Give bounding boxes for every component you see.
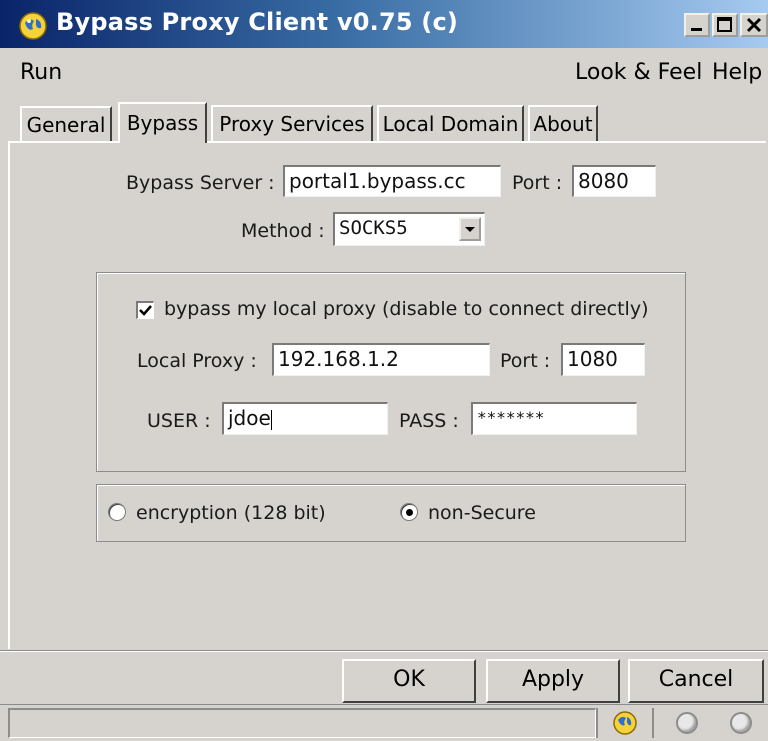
encryption-radio[interactable] (108, 503, 126, 521)
title-bar[interactable]: Bypass Proxy Client v0.75 (c) (0, 0, 768, 48)
bypass-server-label: Bypass Server : (126, 172, 275, 194)
chevron-down-icon (465, 227, 475, 232)
bypass-port-input[interactable]: 8080 (572, 165, 656, 197)
status-text-field (8, 708, 596, 738)
local-proxy-label: Local Proxy : (137, 350, 257, 372)
maximize-button[interactable] (712, 13, 738, 37)
local-proxy-input[interactable]: 192.168.1.2 (272, 343, 490, 376)
app-globe-icon[interactable] (18, 11, 48, 41)
menu-help[interactable]: Help (712, 60, 762, 85)
local-port-input[interactable]: 1080 (561, 343, 645, 376)
checkmark-icon (139, 305, 152, 316)
tab-local-domain[interactable]: Local Domain (377, 105, 524, 141)
method-label: Method : (241, 220, 325, 242)
minimize-button[interactable] (684, 13, 710, 37)
apply-button[interactable]: Apply (486, 659, 620, 703)
password-input[interactable]: ******* (471, 402, 637, 435)
local-port-label: Port : (500, 350, 551, 372)
tab-about[interactable]: About (528, 105, 598, 141)
status-indicator-2 (730, 712, 752, 734)
tab-bypass[interactable]: Bypass (118, 102, 207, 143)
close-icon (746, 17, 762, 33)
globe-bulb-icon[interactable] (612, 710, 638, 736)
ok-button[interactable]: OK (342, 659, 476, 703)
radio-selected-dot (406, 509, 413, 516)
encryption-label: encryption (128 bit) (136, 502, 326, 524)
close-button[interactable] (740, 13, 768, 37)
user-input[interactable]: jdoe (222, 402, 388, 435)
text-cursor (270, 409, 272, 430)
method-selected-value: SOCKS5 (339, 217, 408, 239)
pass-label: PASS : (399, 410, 459, 432)
minimize-icon (691, 28, 702, 31)
status-icon-cell (596, 708, 654, 738)
bypass-local-proxy-checkbox[interactable] (136, 301, 154, 319)
method-select[interactable]: SOCKS5 (333, 212, 485, 246)
user-label: USER : (147, 410, 211, 432)
menu-look-and-feel[interactable]: Look & Feel (575, 60, 702, 85)
bypass-server-input[interactable]: portal1.bypass.cc (283, 165, 501, 197)
status-indicator-1 (676, 712, 698, 734)
tab-proxy-services[interactable]: Proxy Services (211, 105, 373, 141)
non-secure-radio[interactable] (400, 503, 418, 521)
cancel-button[interactable]: Cancel (628, 659, 764, 703)
maximize-icon (717, 17, 732, 32)
menu-bar: Run Look & Feel Help (0, 55, 768, 93)
bottom-separator (0, 650, 768, 652)
window-title: Bypass Proxy Client v0.75 (c) (56, 8, 459, 36)
app-window: Bypass Proxy Client v0.75 (c) Run Look &… (0, 0, 768, 741)
user-value: jdoe (228, 406, 271, 430)
menu-run[interactable]: Run (20, 60, 62, 85)
bypass-port-label: Port : (512, 172, 563, 194)
bypass-local-proxy-label: bypass my local proxy (disable to connec… (164, 298, 649, 320)
non-secure-label: non-Secure (428, 502, 536, 524)
dropdown-button[interactable] (459, 217, 481, 241)
tab-general[interactable]: General (20, 106, 112, 141)
